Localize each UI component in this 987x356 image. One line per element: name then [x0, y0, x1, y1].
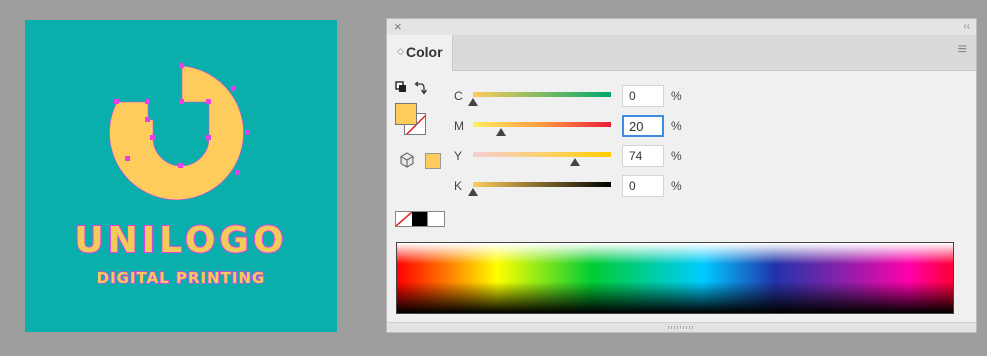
- percent-label: %: [671, 119, 682, 133]
- percent-label: %: [671, 149, 682, 163]
- yellow-ramp[interactable]: [473, 152, 611, 157]
- collapse-icon[interactable]: ‹‹: [963, 19, 970, 35]
- magenta-value-input[interactable]: 20: [622, 115, 664, 137]
- black-ramp[interactable]: [473, 182, 611, 187]
- channel-label: C: [454, 89, 463, 103]
- slider-row-yellow: Y 74 %: [387, 145, 687, 171]
- logo-u-shape: [109, 65, 244, 201]
- tab-options-icon[interactable]: ◇: [397, 46, 404, 57]
- slider-row-magenta: M 20 %: [387, 115, 687, 141]
- none-slash-icon: [396, 212, 412, 226]
- close-icon[interactable]: ×: [394, 19, 402, 35]
- brand-tagline[interactable]: DIGITAL PRINTING: [25, 268, 337, 287]
- cyan-value-input[interactable]: 0: [622, 85, 664, 107]
- slider-row-black: K 0 %: [387, 175, 687, 201]
- panel-menu-icon[interactable]: ≡: [958, 41, 967, 59]
- slider-row-cyan: C 0 %: [387, 85, 687, 111]
- resize-grip[interactable]: [387, 322, 976, 332]
- swatch-none[interactable]: [396, 212, 412, 226]
- channel-label: K: [454, 179, 463, 193]
- fill-swatch[interactable]: [395, 103, 417, 125]
- magenta-slider-thumb[interactable]: [495, 128, 506, 136]
- cyan-ramp[interactable]: [473, 92, 611, 97]
- channel-label: Y: [454, 149, 463, 163]
- color-spectrum[interactable]: [396, 242, 954, 314]
- yellow-slider-thumb[interactable]: [570, 158, 581, 166]
- black-slider-thumb[interactable]: [468, 188, 478, 196]
- percent-label: %: [671, 179, 682, 193]
- brand-name[interactable]: UNILOGO: [25, 219, 337, 262]
- magenta-ramp[interactable]: [473, 122, 611, 127]
- artboard[interactable]: UNILOGO DIGITAL PRINTING: [25, 20, 337, 332]
- panel-title-bar[interactable]: × ‹‹: [387, 19, 976, 36]
- black-value-input[interactable]: 0: [622, 175, 664, 197]
- percent-label: %: [671, 89, 682, 103]
- channel-label: M: [454, 119, 464, 133]
- panel-tab-bar: ◇ Color ≡: [387, 35, 976, 71]
- quick-swatches: [395, 211, 445, 227]
- tab-label: Color: [406, 44, 443, 60]
- swatch-white[interactable]: [427, 212, 445, 226]
- swatch-black[interactable]: [411, 212, 428, 226]
- grip-icon: [668, 326, 694, 329]
- tab-color[interactable]: ◇ Color: [387, 35, 453, 71]
- logo-mark[interactable]: [25, 20, 337, 220]
- color-panel: × ‹‹ ◇ Color ≡ C 0 % M 20 % Y 74 % K 0 %: [386, 18, 977, 333]
- yellow-value-input[interactable]: 74: [622, 145, 664, 167]
- cyan-slider-thumb[interactable]: [468, 98, 478, 106]
